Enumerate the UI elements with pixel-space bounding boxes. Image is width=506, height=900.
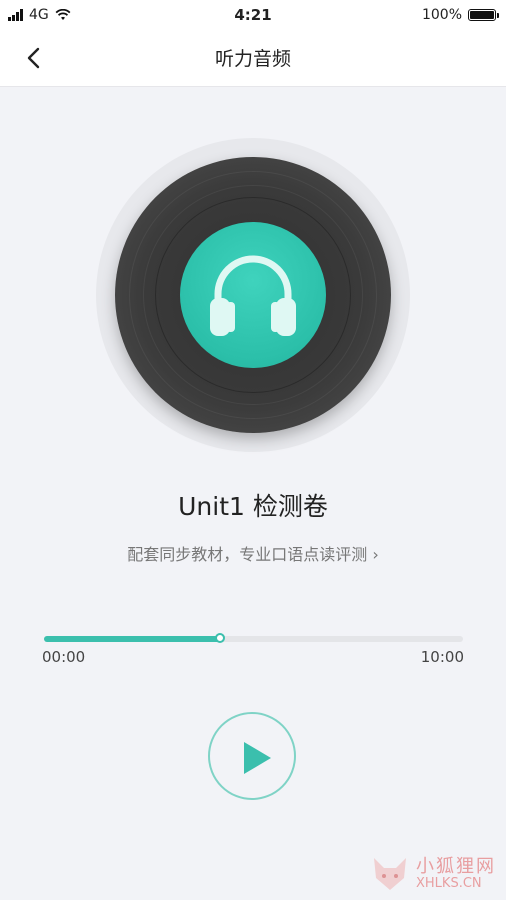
headphone-icon bbox=[210, 255, 296, 336]
watermark-en: XHLKS.CN bbox=[416, 875, 482, 891]
progress-bar[interactable] bbox=[44, 633, 463, 643]
track-subtitle-link[interactable]: 配套同步教材，专业口语点读评测 › bbox=[0, 541, 506, 565]
total-time: 10:00 bbox=[420, 648, 464, 666]
nav-bar: 听力音频 bbox=[0, 30, 506, 87]
track-title: Unit1 检测卷 bbox=[178, 492, 328, 521]
progress-played bbox=[44, 636, 220, 642]
current-time: 00:00 bbox=[42, 648, 86, 666]
page-title: 听力音频 bbox=[214, 48, 291, 70]
battery-icon bbox=[468, 9, 499, 21]
status-right: 100% bbox=[421, 5, 499, 25]
watermark-cn: 小狐狸网 bbox=[416, 855, 496, 877]
play-button[interactable] bbox=[208, 712, 296, 800]
progress-thumb[interactable] bbox=[214, 633, 225, 643]
play-icon bbox=[244, 742, 271, 774]
fox-logo-icon bbox=[374, 858, 406, 890]
battery-label: 100% bbox=[421, 7, 462, 23]
watermark: 小狐狸网 XHLKS.CN bbox=[370, 856, 496, 892]
status-bar: 4G 4:21 100% bbox=[0, 0, 506, 30]
